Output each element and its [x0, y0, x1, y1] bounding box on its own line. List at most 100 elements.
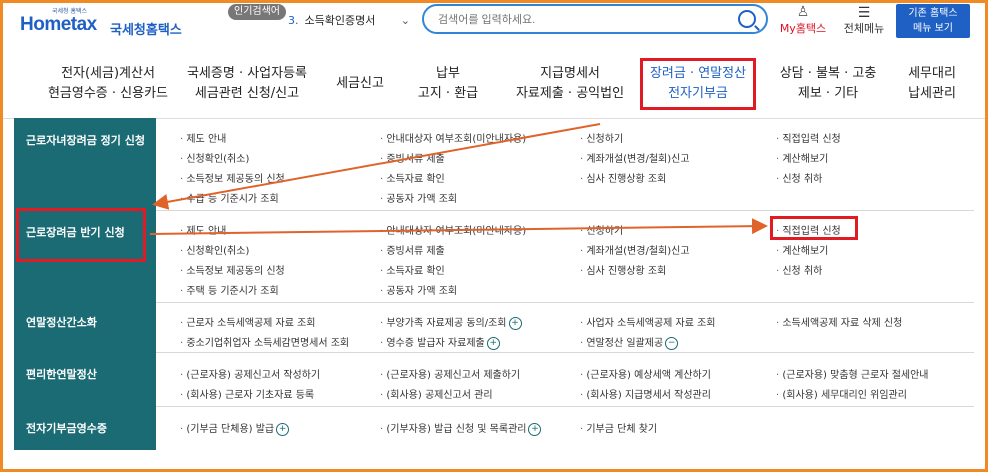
menu-link[interactable]: 신청확인(취소) [180, 242, 249, 257]
nav-item-etax[interactable]: 전자(세금)계산서현금영수증 · 신용카드 [20, 64, 196, 104]
menu-link[interactable]: 안내대상자 여부조회(미안내자용) [380, 222, 526, 237]
menu-link[interactable]: 소득정보 제공동의 신청 [180, 170, 284, 185]
menu-link[interactable]: (회사용) 지급명세서 작성관리 [580, 386, 711, 401]
menu-link[interactable]: 신청 취하 [776, 262, 822, 277]
menu-link[interactable]: 영수증 발급자 자료제출+ [380, 334, 500, 350]
user-icon: ♙ [796, 4, 810, 20]
old-menu-label-2: 메뉴 보기 [913, 23, 953, 34]
menu-link[interactable]: 소득정보 제공동의 신청 [180, 262, 284, 277]
row-title-box: 근로자녀장려금 정기 신청 [14, 118, 156, 210]
old-menu-label-1: 기존 홈택스 [908, 8, 958, 19]
menu-link[interactable]: 증빙서류 제출 [380, 242, 444, 257]
nav-item-statement[interactable]: 지급명세서 자료제출 · 공익법인 [506, 64, 634, 104]
row-title-box: 전자기부금영수증 [14, 406, 156, 450]
myhometax-label: My홈택스 [779, 22, 827, 35]
menu-link[interactable]: 신청하기 [580, 222, 623, 237]
menu-link[interactable]: 신청확인(취소) [180, 150, 249, 165]
search-input[interactable] [436, 11, 720, 29]
menu-link-label: 부양가족 자료제공 동의/조회 [386, 318, 507, 329]
menu-link[interactable]: (기부금 단체용) 발급+ [180, 420, 290, 436]
menu-link-label: (기부금 단체용) 발급 [186, 424, 275, 435]
menu-link[interactable]: 직접입력 신청 [776, 130, 840, 145]
search-icon[interactable] [738, 10, 756, 28]
nav-label: 제보 · 기타 [797, 86, 859, 101]
menu-link[interactable]: 소득자료 확인 [380, 262, 444, 277]
plus-icon: + [508, 316, 522, 330]
menu-link[interactable]: 제도 안내 [180, 130, 226, 145]
nav-item-certificate[interactable]: 국세증명 · 사업자등록세금관련 신청/신고 [172, 64, 322, 104]
myhometax-button[interactable]: ♙ My홈택스 [776, 4, 830, 36]
popular-term: 소득확인증명서 [304, 14, 376, 27]
menu-link[interactable]: 주택 등 기준시가 조회 [180, 282, 278, 297]
row-title[interactable]: 편리한연말정산 [26, 366, 97, 382]
menu-link[interactable]: 근로자 소득세액공제 자료 조회 [180, 314, 315, 329]
menu-link[interactable]: 제도 안내 [180, 222, 226, 237]
menu-link[interactable]: 공동자 가액 조회 [380, 190, 457, 205]
row-title[interactable]: 전자기부금영수증 [26, 420, 107, 436]
search-box [422, 4, 768, 34]
nav-item-payment[interactable]: 납부고지 · 환급 [410, 64, 486, 104]
popular-search-select[interactable]: 3. 소득확인증명서 ⌄ [288, 8, 414, 34]
menu-link[interactable]: 수급 등 기준시가 조회 [180, 190, 278, 205]
menu-link[interactable]: 중소기업취업자 소득세감면명세서 조회 [180, 334, 349, 349]
top-nav: 전자(세금)계산서현금영수증 · 신용카드 국세증명 · 사업자등록세금관련 신… [0, 52, 988, 119]
menu-link[interactable]: 계좌개설(변경/철회)신고 [580, 150, 689, 165]
menu-link[interactable]: 증빙서류 제출 [380, 150, 444, 165]
submenu-row: 근로자녀장려금 정기 신청 제도 안내 신청확인(취소) 소득정보 제공동의 신… [14, 118, 974, 211]
old-menu-button[interactable]: 기존 홈택스 메뉴 보기 [896, 4, 970, 38]
menu-link[interactable]: (근로자용) 맞춤형 근로자 절세안내 [776, 366, 928, 381]
nav-label: 국세증명 · 사업자등록 [186, 66, 308, 81]
menu-link[interactable]: 소득세액공제 자료 삭제 신청 [776, 314, 902, 329]
plus-icon: + [528, 422, 542, 436]
nav-item-consult[interactable]: 상담 · 불복 · 고충제보 · 기타 [768, 64, 888, 104]
logo-kr: 국세청홈택스 [110, 23, 182, 38]
all-menu-label: 전체메뉴 [843, 22, 885, 35]
menu-link-label: (기부자용) 발급 신청 및 목록관리 [386, 424, 527, 435]
nav-label: 세무대리 [908, 66, 956, 81]
row-title[interactable]: 근로자녀장려금 정기 신청 [26, 132, 145, 148]
menu-link[interactable]: 계산해보기 [776, 150, 828, 165]
highlight-box-link [770, 216, 858, 240]
submenu-row: 전자기부금영수증 (기부금 단체용) 발급+ (기부자용) 발급 신청 및 목록… [14, 406, 974, 450]
hamburger-icon: ☰ [857, 5, 871, 21]
menu-link[interactable]: (회사용) 근로자 기초자료 등록 [180, 386, 314, 401]
menu-link[interactable]: (기부자용) 발급 신청 및 목록관리+ [380, 420, 542, 436]
row-title-box: 연말정산간소화 [14, 302, 156, 352]
menu-link[interactable]: 심사 진행상황 조회 [580, 262, 666, 277]
menu-link[interactable]: 부양가족 자료제공 동의/조회+ [380, 314, 522, 330]
submenu-row: 연말정산간소화 근로자 소득세액공제 자료 조회 중소기업취업자 소득세감면명세… [14, 302, 974, 353]
all-menu-button[interactable]: ☰ 전체메뉴 [840, 6, 888, 36]
submenu-row: 편리한연말정산 (근로자용) 공제신고서 작성하기 (회사용) 근로자 기초자료… [14, 352, 974, 407]
menu-link[interactable]: 계산해보기 [776, 242, 828, 257]
hometax-logo[interactable]: 국세청 홈택스 Hometax 국세청홈택스 [14, 6, 184, 40]
nav-label: 상담 · 불복 · 고충 [779, 66, 877, 81]
menu-link[interactable]: 계좌개설(변경/철회)신고 [580, 242, 689, 257]
menu-link[interactable]: 안내대상자 여부조회(미안내자용) [380, 130, 526, 145]
menu-link[interactable]: 신청하기 [580, 130, 623, 145]
nav-item-agent[interactable]: 세무대리 납세관리 [896, 64, 968, 104]
menu-link[interactable]: 연말정산 일괄제공− [580, 334, 679, 350]
menu-link[interactable]: 공동자 가액 조회 [380, 282, 457, 297]
nav-label: 전자(세금)계산서 [61, 66, 155, 81]
nav-label: 고지 · 환급 [417, 86, 479, 101]
menu-link[interactable]: (근로자용) 공제신고서 제출하기 [380, 366, 520, 381]
nav-label: 납부 [436, 66, 460, 81]
menu-link[interactable]: (회사용) 세무대리인 위임관리 [776, 386, 907, 401]
menu-link[interactable]: 신청 취하 [776, 170, 822, 185]
minus-icon: − [665, 336, 679, 350]
menu-link[interactable]: 소득자료 확인 [380, 170, 444, 185]
nav-label: 지급명세서 [540, 66, 600, 81]
nav-label: 세금관련 신청/신고 [194, 86, 300, 101]
menu-link[interactable]: 기부금 단체 찾기 [580, 420, 657, 435]
menu-link[interactable]: 심사 진행상황 조회 [580, 170, 666, 185]
menu-link[interactable]: (근로자용) 예상세액 계산하기 [580, 366, 711, 381]
nav-label: 세금신고 [336, 76, 384, 91]
menu-link[interactable]: (근로자용) 공제신고서 작성하기 [180, 366, 320, 381]
row-title[interactable]: 연말정산간소화 [26, 314, 97, 330]
menu-link-label: 연말정산 일괄제공 [586, 338, 664, 349]
nav-label: 현금영수증 · 신용카드 [47, 86, 169, 101]
nav-item-tax-report[interactable]: 세금신고 [328, 74, 392, 94]
menu-link[interactable]: (회사용) 공제신고서 관리 [380, 386, 492, 401]
menu-link[interactable]: 사업자 소득세액공제 자료 조회 [580, 314, 715, 329]
plus-icon: + [486, 336, 500, 350]
